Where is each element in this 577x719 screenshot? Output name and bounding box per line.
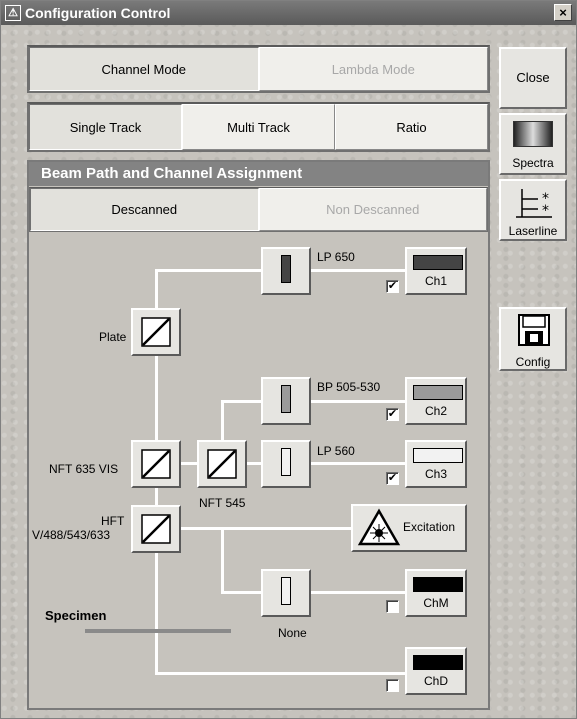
ch2-checkbox[interactable]: ✔ [386,408,399,421]
config-button-label: Config [515,355,551,369]
hft-label-line1: HFT [101,514,125,528]
lp650-filter-button[interactable] [261,247,311,295]
tab-channel-mode[interactable]: Channel Mode [29,47,259,91]
spectra-button[interactable]: Spectra [499,113,567,175]
mirror-icon [207,449,237,479]
tab-single-track[interactable]: Single Track [29,104,182,150]
title-bar: ⚠ Configuration Control × [1,1,576,25]
spectra-button-label: Spectra [512,156,554,170]
chm-button[interactable]: ChM [405,569,467,617]
beam-path-panel: Beam Path and Channel Assignment Descann… [27,160,490,710]
hft-label-line2: V/488/543/633 [32,528,111,542]
bp505-label: BP 505-530 [317,380,381,394]
plate-label: Plate [99,330,127,344]
tab-descanned[interactable]: Descanned [30,188,259,231]
beam-line-chd [155,672,405,675]
filter-bar [281,577,291,605]
filter-bar [281,255,291,283]
chd-button[interactable]: ChD [405,647,467,695]
track-tabs: Single Track Multi Track Ratio [27,102,490,152]
excitation-button[interactable]: Excitation [351,504,467,552]
chm-color-swatch [413,577,463,592]
laserline-button-label: Laserline [508,224,558,238]
none-filter-label: None [278,626,307,640]
filter-bar [281,448,291,476]
bp505-filter-button[interactable] [261,377,311,425]
ch2-color-swatch [413,385,463,400]
chd-checkbox[interactable] [386,679,399,692]
specimen-label: Specimen [45,608,107,623]
ch1-button[interactable]: Ch1 [405,247,467,295]
tab-lambda-mode[interactable]: Lambda Mode [258,47,488,91]
close-button-label: Close [516,70,550,85]
ch3-checkbox[interactable]: ✔ [386,472,399,485]
mode-tabs: Channel Mode Lambda Mode [27,45,490,93]
app-icon: ⚠ [5,5,21,21]
nft545-label: NFT 545 [199,496,246,510]
nft635-label: NFT 635 VIS [49,462,119,476]
ch1-label: Ch1 [424,274,447,288]
ch3-button[interactable]: Ch3 [405,440,467,488]
beam-line-excitation [155,527,353,530]
beam-path-title: Beam Path and Channel Assignment [29,162,488,186]
ch2-label: Ch2 [424,404,447,418]
ch1-checkbox[interactable]: ✔ [386,280,399,293]
tab-non-descanned[interactable]: Non Descanned [258,188,487,231]
mirror-icon [141,514,171,544]
beam-line-chm [221,591,405,594]
beam-line-chm-vertical [221,527,224,593]
window-close-button[interactable]: × [554,4,572,21]
config-button[interactable]: Config [499,307,567,371]
nft635-mirror-button[interactable] [131,440,181,488]
none-filter-button[interactable] [261,569,311,617]
window-title: Configuration Control [25,5,171,21]
specimen-bar [85,629,231,633]
mirror-icon [141,449,171,479]
chm-checkbox[interactable] [386,600,399,613]
excitation-label: Excitation [403,520,456,534]
floppy-disk-icon [518,314,550,346]
lp560-filter-button[interactable] [261,440,311,488]
chm-label: ChM [423,596,449,610]
ch1-color-swatch [413,255,463,270]
laserline-icon: * * [516,189,552,219]
tab-ratio[interactable]: Ratio [335,104,488,150]
svg-text:*: * [542,203,549,219]
mirror-icon [141,317,171,347]
laserline-button[interactable]: * * Laserline [499,179,567,241]
nft545-mirror-button[interactable] [197,440,247,488]
chd-label: ChD [423,674,448,688]
beam-line-ch2 [221,400,405,403]
ch2-button[interactable]: Ch2 [405,377,467,425]
ch3-label: Ch3 [424,467,447,481]
configuration-window: ⚠ Configuration Control × Channel Mode L… [0,0,577,719]
tab-multi-track[interactable]: Multi Track [182,104,335,150]
ch3-color-swatch [413,448,463,463]
lp650-label: LP 650 [317,250,355,264]
chd-color-swatch [413,655,463,670]
beam-path-tabs: Descanned Non Descanned [29,187,488,232]
laser-warning-icon [357,508,401,546]
filter-bar [281,385,291,413]
close-button[interactable]: Close [499,47,567,109]
hft-mirror-button[interactable] [131,505,181,553]
lp560-label: LP 560 [317,444,355,458]
spectra-gradient-icon [513,121,553,147]
plate-mirror-button[interactable] [131,308,181,356]
